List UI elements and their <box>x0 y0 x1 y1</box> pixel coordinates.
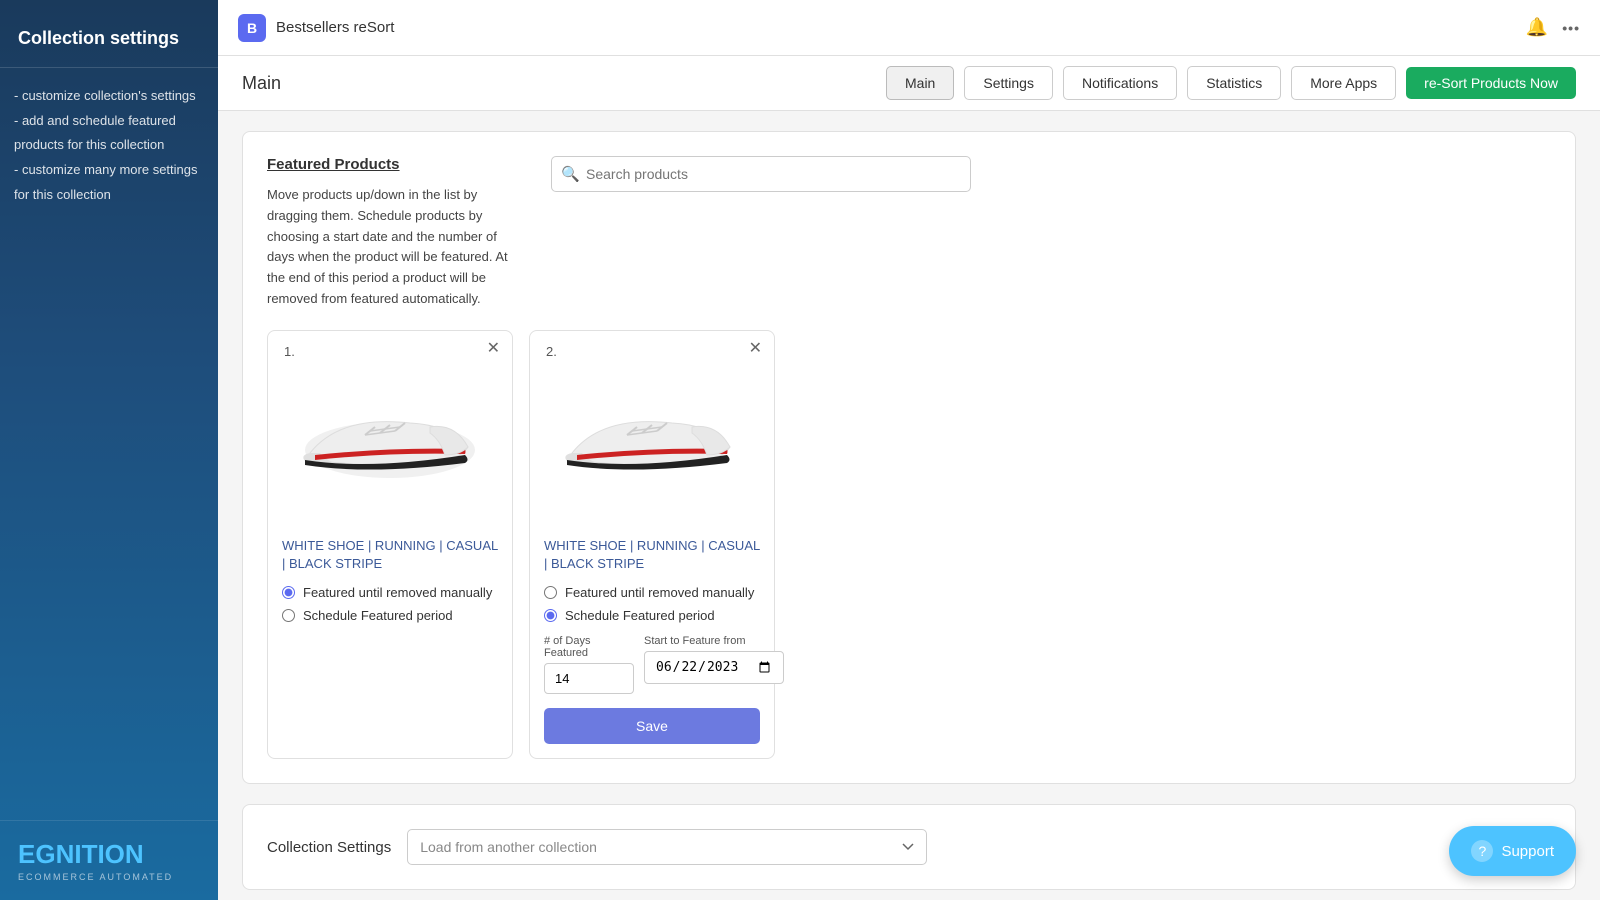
product-1-schedule-radio[interactable] <box>282 609 295 622</box>
app-icon-letter: B <box>247 20 257 36</box>
product-1-radio-group: Featured until removed manually Schedule… <box>282 585 498 623</box>
tab-main[interactable]: Main <box>886 66 954 100</box>
tab-settings[interactable]: Settings <box>964 66 1053 100</box>
product-card-1: 1. ✕ <box>267 330 513 759</box>
days-field-label: # of Days Featured <box>544 635 634 659</box>
product-2-schedule-fields: # of Days Featured Start to Feature from… <box>544 635 760 744</box>
search-input[interactable] <box>551 156 971 192</box>
start-date-input[interactable] <box>644 651 784 684</box>
date-field-group: Start to Feature from <box>644 635 784 694</box>
support-label: Support <box>1501 843 1554 860</box>
product-1-title: WHITE SHOE | RUNNING | CASUAL | BLACK ST… <box>282 537 498 573</box>
nav-bar: Main Main Settings Notifications Statist… <box>218 56 1600 111</box>
product-2-schedule-label: Schedule Featured period <box>565 608 715 623</box>
collection-settings-label: Collection Settings <box>267 839 391 856</box>
shoe-svg-1 <box>290 375 490 495</box>
topbar: B Bestsellers reSort 🔔 ••• <box>218 0 1600 56</box>
product-2-featured-manually-option[interactable]: Featured until removed manually <box>544 585 760 600</box>
days-field-group: # of Days Featured <box>544 635 634 694</box>
featured-products-description: Move products up/down in the list by dra… <box>267 185 527 310</box>
product-2-schedule-option[interactable]: Schedule Featured period <box>544 608 760 623</box>
featured-products-title: Featured Products <box>267 156 527 173</box>
tab-statistics[interactable]: Statistics <box>1187 66 1281 100</box>
product-2-featured-manually-radio[interactable] <box>544 586 557 599</box>
sidebar-nav: - customize collection's settings - add … <box>0 68 218 223</box>
product-card-2: 2. ✕ <box>529 330 775 759</box>
product-2-save-button[interactable]: Save <box>544 708 760 744</box>
logo-e: E <box>18 839 35 869</box>
product-1-schedule-option[interactable]: Schedule Featured period <box>282 608 498 623</box>
main-content: B Bestsellers reSort 🔔 ••• Main Main Set… <box>218 0 1600 900</box>
product-2-image <box>544 345 760 525</box>
product-2-featured-manually-label: Featured until removed manually <box>565 585 754 600</box>
bell-icon[interactable]: 🔔 <box>1526 17 1548 38</box>
product-2-schedule-radio[interactable] <box>544 609 557 622</box>
collection-settings-card: Collection Settings Load from another co… <box>242 804 1576 890</box>
sidebar: Collection settings - customize collecti… <box>0 0 218 900</box>
content-area: Featured Products Move products up/down … <box>218 111 1600 900</box>
sidebar-bottom: EGNITION ECOMMERCE AUTOMATED <box>0 820 218 900</box>
support-icon: ? <box>1471 840 1493 862</box>
logo-sub: ECOMMERCE AUTOMATED <box>18 872 200 882</box>
shoe-svg-2 <box>552 375 752 495</box>
more-options-icon[interactable]: ••• <box>1562 20 1580 36</box>
tab-more-apps[interactable]: More Apps <box>1291 66 1396 100</box>
sidebar-nav-item-3: - customize many more settings for this … <box>14 162 198 202</box>
app-icon: B <box>238 14 266 42</box>
days-featured-input[interactable] <box>544 663 634 694</box>
featured-products-card: Featured Products Move products up/down … <box>242 131 1576 784</box>
featured-desc: Featured Products Move products up/down … <box>267 156 527 310</box>
product-2-title: WHITE SHOE | RUNNING | CASUAL | BLACK ST… <box>544 537 760 573</box>
egnition-logo: EGNITION ECOMMERCE AUTOMATED <box>18 839 200 882</box>
product-1-featured-manually-option[interactable]: Featured until removed manually <box>282 585 498 600</box>
product-1-featured-manually-label: Featured until removed manually <box>303 585 492 600</box>
search-icon: 🔍 <box>561 165 580 183</box>
product-1-number: 1. <box>280 343 299 360</box>
resort-products-button[interactable]: re-Sort Products Now <box>1406 67 1576 99</box>
collection-select[interactable]: Load from another collection <box>407 829 927 865</box>
app-name: Bestsellers reSort <box>276 19 1516 36</box>
product-1-featured-manually-radio[interactable] <box>282 586 295 599</box>
product-1-schedule-label: Schedule Featured period <box>303 608 453 623</box>
page-title: Main <box>242 73 281 94</box>
support-button[interactable]: ? Support <box>1449 826 1576 876</box>
sidebar-title: Collection settings <box>0 0 218 68</box>
schedule-fields-row: # of Days Featured Start to Feature from <box>544 635 760 694</box>
product-1-close-button[interactable]: ✕ <box>487 341 500 357</box>
tab-notifications[interactable]: Notifications <box>1063 66 1177 100</box>
logo-rest: GNITION <box>35 839 143 869</box>
date-field-label: Start to Feature from <box>644 635 784 647</box>
product-2-number: 2. <box>542 343 561 360</box>
collection-settings-row: Collection Settings Load from another co… <box>267 829 1551 865</box>
featured-header: Featured Products Move products up/down … <box>267 156 1551 310</box>
products-grid: 1. ✕ <box>267 330 1551 759</box>
topbar-icons: 🔔 ••• <box>1526 17 1580 38</box>
sidebar-nav-item-2: - add and schedule featured products for… <box>14 113 176 153</box>
product-2-radio-group: Featured until removed manually Schedule… <box>544 585 760 623</box>
logo-text: EGNITION <box>18 839 200 870</box>
product-2-close-button[interactable]: ✕ <box>749 341 762 357</box>
sidebar-nav-item-1: - customize collection's settings <box>14 88 196 103</box>
search-input-wrapper: 🔍 <box>551 156 971 192</box>
search-box: 🔍 <box>551 156 1551 310</box>
product-1-image <box>282 345 498 525</box>
